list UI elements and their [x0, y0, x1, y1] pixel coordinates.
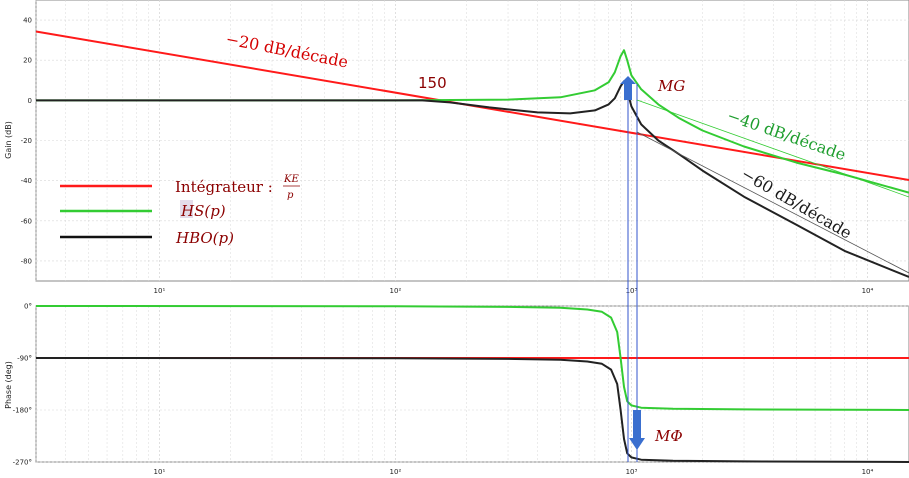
phase-margin-annotation: MΦ	[654, 427, 683, 445]
x-tick-label: 10⁴	[862, 468, 874, 476]
bode-chart: 40 20 0 -20 -40 -60 -80 10¹ 10² 10³ 10⁴ 0° -90° -180°…	[4, 0, 909, 476]
legend-fraction-den: p	[287, 190, 294, 201]
y-tick-label: -270°	[13, 459, 32, 467]
y-tick-label: 40	[23, 17, 32, 25]
x-tick-label: 10²	[390, 287, 402, 295]
x-tick-label: 10³	[626, 468, 638, 476]
y-tick-label: 20	[23, 57, 32, 65]
x-tick-label: 10⁴	[862, 287, 874, 295]
y-tick-label: 0°	[24, 303, 32, 311]
legend-label-integrator: Intégrateur :	[175, 178, 273, 196]
phase-ylabel: Phase (deg)	[4, 361, 13, 409]
phase-panel	[35, 305, 909, 463]
legend-label-hs: HS(p)	[180, 202, 226, 220]
magnitude-ylabel: Gain (dB)	[4, 121, 13, 159]
y-tick-label: -40	[21, 177, 32, 185]
x-tick-label: 10²	[390, 468, 402, 476]
y-tick-label: 0	[28, 97, 32, 105]
y-tick-label: -180°	[13, 407, 32, 415]
legend-label-hbo: HBO(p)	[175, 229, 234, 247]
y-tick-label: -20	[21, 137, 32, 145]
y-tick-label: -60	[21, 217, 32, 225]
y-tick-label: -80	[21, 257, 32, 265]
crossover-150-annotation: 150	[418, 74, 447, 92]
y-tick-label: -90°	[17, 355, 32, 363]
legend-fraction-num: KE	[283, 174, 299, 185]
gain-margin-annotation: MG	[657, 77, 685, 95]
x-tick-label: 10³	[626, 287, 638, 295]
x-tick-label: 10¹	[154, 287, 166, 295]
x-tick-label: 10¹	[154, 468, 166, 476]
